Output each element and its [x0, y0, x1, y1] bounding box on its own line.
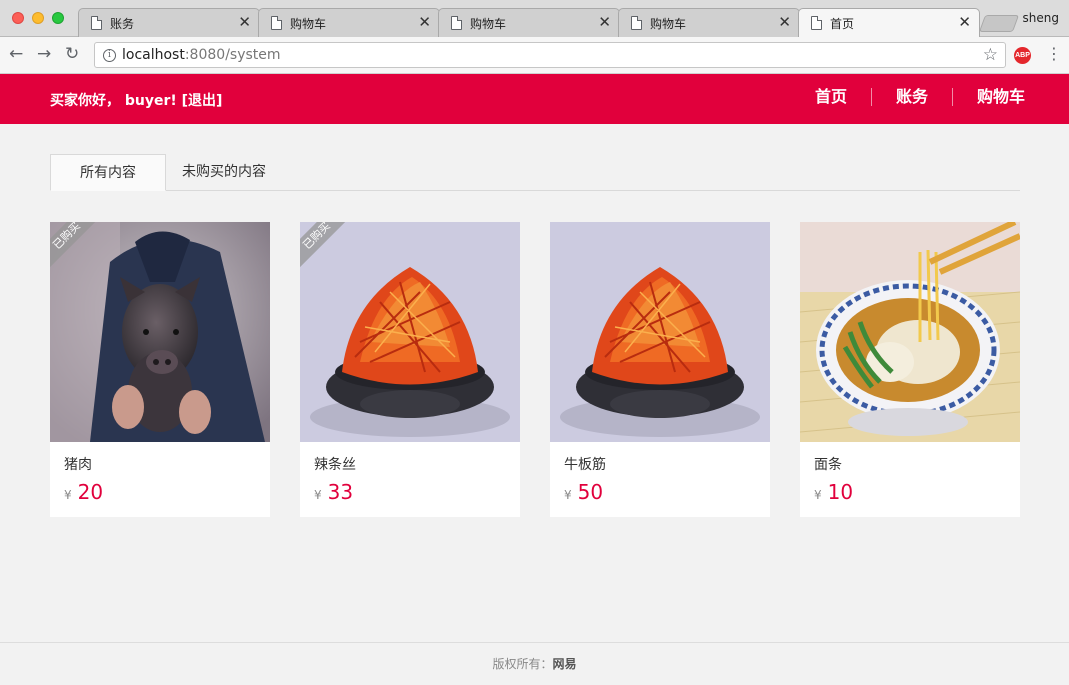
bookmark-star-icon[interactable]: ☆ — [983, 45, 998, 65]
document-icon — [271, 16, 282, 30]
page-footer: 版权所有：网易 — [0, 642, 1069, 683]
logout-link[interactable]: [退出] — [182, 93, 223, 109]
url-host: localhost — [122, 47, 185, 63]
currency-symbol: ¥ — [814, 488, 822, 502]
currency-symbol: ¥ — [564, 488, 572, 502]
product-price: ¥33 — [314, 480, 353, 504]
browser-tab-strip: 账务 ✕ 购物车 ✕ 购物车 ✕ 购物车 ✕ 首页 ✕ sheng — [0, 0, 1069, 38]
close-window-button[interactable] — [12, 12, 24, 24]
tab-title: 购物车 — [470, 17, 507, 31]
tab-title: 购物车 — [290, 17, 327, 31]
product-card[interactable]: 已购买 猪肉 ¥20 — [50, 222, 270, 517]
browser-tab-active[interactable]: 首页 ✕ — [798, 8, 980, 38]
browser-tab[interactable]: 购物车 ✕ — [438, 8, 620, 37]
site-header: 买家你好， buyer! [退出] 首页 账务 购物车 — [0, 74, 1069, 124]
product-name: 牛板筋 — [564, 457, 606, 473]
spicy-strips-photo-icon[interactable]: 已购买 — [300, 222, 520, 442]
tab-unpurchased-content[interactable]: 未购买的内容 — [166, 154, 282, 191]
product-name: 面条 — [814, 457, 842, 473]
product-card[interactable]: 已购买 辣条丝 ¥33 — [300, 222, 520, 517]
document-icon — [451, 16, 462, 30]
product-card[interactable]: 面条 ¥10 — [800, 222, 1020, 517]
pig-photo-icon[interactable]: 已购买 — [50, 222, 270, 442]
info-icon[interactable]: i — [103, 49, 116, 62]
back-arrow-icon[interactable]: ← — [9, 44, 23, 64]
copyright-company: 网易 — [552, 657, 577, 671]
address-bar[interactable]: i localhost:8080/system ☆ — [94, 42, 1006, 68]
close-tab-icon[interactable]: ✕ — [418, 13, 431, 31]
document-icon — [631, 16, 642, 30]
browser-tab[interactable]: 账务 ✕ — [78, 8, 260, 37]
product-price: ¥50 — [564, 480, 603, 504]
user-greeting: 买家你好， buyer! [退出] — [50, 90, 222, 110]
price-amount: 33 — [327, 480, 354, 504]
url-path: :8080/system — [184, 47, 281, 63]
price-amount: 20 — [77, 480, 104, 504]
currency-symbol: ¥ — [64, 488, 72, 502]
tab-all-content[interactable]: 所有内容 — [50, 154, 166, 191]
product-price: ¥10 — [814, 480, 853, 504]
tab-title: 首页 — [830, 17, 855, 31]
nav-home[interactable]: 首页 — [791, 88, 871, 106]
noodle-bowl-photo-icon[interactable] — [800, 222, 1020, 442]
spicy-strips-photo-icon[interactable] — [550, 222, 770, 442]
currency-symbol: ¥ — [314, 488, 322, 502]
forward-arrow-icon[interactable]: → — [37, 44, 51, 64]
price-amount: 10 — [827, 480, 854, 504]
adblock-icon[interactable]: ABP — [1014, 47, 1031, 64]
product-card[interactable]: 牛板筋 ¥50 — [550, 222, 770, 517]
main-nav: 首页 账务 购物车 — [791, 88, 1025, 106]
minimize-window-button[interactable] — [32, 12, 44, 24]
tab-title: 账务 — [110, 17, 135, 31]
close-tab-icon[interactable]: ✕ — [238, 13, 251, 31]
url-text[interactable]: localhost:8080/system — [122, 47, 281, 63]
profile-name[interactable]: sheng — [1023, 11, 1059, 25]
browser-toolbar: ← → ↻ i localhost:8080/system ☆ ABP ⋮ — [0, 37, 1069, 74]
document-icon — [811, 16, 822, 30]
content-tabs: 所有内容 未购买的内容 — [50, 154, 1020, 191]
product-price: ¥20 — [64, 480, 103, 504]
close-tab-icon[interactable]: ✕ — [958, 13, 971, 31]
copyright-label: 版权所有： — [492, 657, 553, 671]
close-tab-icon[interactable]: ✕ — [598, 13, 611, 31]
reload-icon[interactable]: ↻ — [65, 44, 79, 64]
zoom-window-button[interactable] — [52, 12, 64, 24]
more-menu-icon[interactable]: ⋮ — [1046, 44, 1062, 63]
product-name: 猪肉 — [64, 457, 92, 473]
document-icon — [91, 16, 102, 30]
greeting-text: 买家你好， buyer! — [50, 93, 177, 109]
browser-tab[interactable]: 购物车 ✕ — [258, 8, 440, 37]
nav-account[interactable]: 账务 — [870, 88, 952, 106]
tab-title: 购物车 — [650, 17, 687, 31]
price-amount: 50 — [577, 480, 604, 504]
product-name: 辣条丝 — [314, 457, 356, 473]
close-tab-icon[interactable]: ✕ — [778, 13, 791, 31]
new-tab-button[interactable] — [978, 15, 1020, 32]
browser-tab[interactable]: 购物车 ✕ — [618, 8, 800, 37]
nav-cart[interactable]: 购物车 — [951, 88, 1025, 106]
